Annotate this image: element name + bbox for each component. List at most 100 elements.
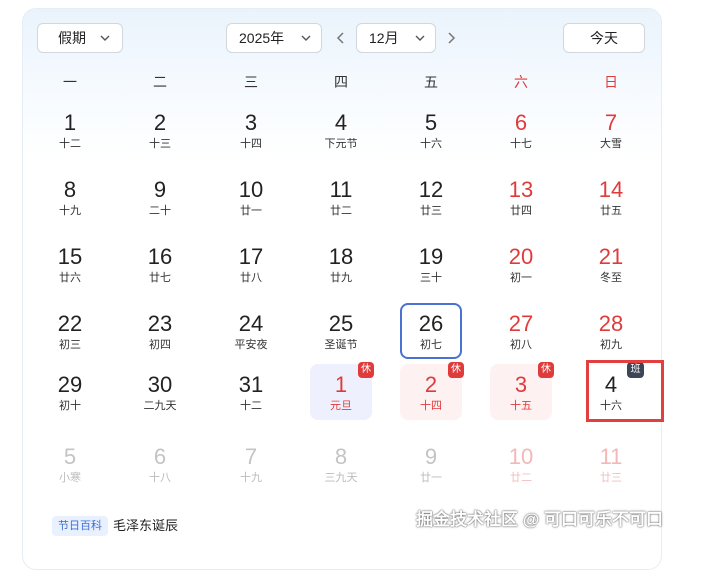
day-number: 7	[604, 110, 618, 135]
lunar-date: 小寒	[59, 472, 81, 484]
day-cell[interactable]: 16 廿七	[129, 236, 191, 292]
festival-text[interactable]: 毛泽东诞辰	[113, 516, 178, 536]
day-number: 14	[598, 177, 624, 202]
day-number: 7	[244, 444, 258, 469]
lunar-date: 廿一	[420, 472, 442, 484]
weekday-label: 三	[244, 74, 258, 90]
day-number: 13	[508, 177, 534, 202]
day-number: 18	[328, 244, 354, 269]
day-cell[interactable]: 18 廿九	[310, 236, 372, 292]
day-cell[interactable]: 5 十六	[400, 102, 462, 158]
day-cell-selected[interactable]: 26 初七	[400, 303, 462, 359]
day-cell[interactable]: 1 元旦休	[310, 362, 374, 420]
day-cell[interactable]: 30 二九天	[129, 364, 191, 420]
day-number: 30	[147, 372, 173, 397]
lunar-date: 二九天	[143, 400, 177, 412]
day-cell[interactable]: 7 大雪	[580, 102, 642, 158]
day-cell[interactable]: 28 初九	[580, 303, 642, 359]
day-number: 11	[599, 444, 623, 469]
day-cell[interactable]: 21 冬至	[580, 236, 642, 292]
day-cell[interactable]: 5 小寒	[39, 436, 101, 492]
day-cell[interactable]: 4 十六班	[580, 362, 644, 420]
lunar-date: 廿二	[330, 205, 352, 217]
weekday-label: 四	[334, 74, 348, 90]
day-number: 21	[598, 244, 624, 269]
day-cell[interactable]: 11 廿三	[580, 436, 642, 492]
day-cell[interactable]: 12 廿三	[400, 169, 462, 225]
day-number: 3	[244, 110, 258, 135]
chevron-down-icon	[413, 31, 427, 45]
day-cell[interactable]: 24 平安夜	[220, 303, 282, 359]
lunar-date: 平安夜	[234, 339, 268, 351]
month-select-label: 12月	[369, 30, 399, 46]
day-cell[interactable]: 3 十五休	[490, 362, 554, 420]
day-cell[interactable]: 1 十二	[39, 102, 101, 158]
day-number: 15	[57, 244, 83, 269]
day-number: 31	[238, 372, 264, 397]
day-number: 26	[418, 311, 444, 336]
lunar-date: 十二	[240, 400, 262, 412]
day-cell[interactable]: 9 二十	[129, 169, 191, 225]
holiday-select[interactable]: 假期	[37, 23, 123, 53]
day-number: 6	[153, 444, 167, 469]
day-cell[interactable]: 29 初十	[39, 364, 101, 420]
day-number: 4	[334, 110, 348, 135]
day-cell[interactable]: 7 十九	[220, 436, 282, 492]
lunar-date: 初四	[149, 339, 171, 351]
day-number: 6	[514, 110, 528, 135]
lunar-date: 二十	[149, 205, 171, 217]
day-cell[interactable]: 8 三九天	[310, 436, 372, 492]
lunar-date: 十九	[59, 205, 81, 217]
day-number: 20	[508, 244, 534, 269]
month-select[interactable]: 12月	[356, 23, 436, 53]
day-cell[interactable]: 10 廿一	[220, 169, 282, 225]
day-cell[interactable]: 22 初三	[39, 303, 101, 359]
lunar-date: 十四	[240, 138, 262, 150]
day-cell[interactable]: 3 十四	[220, 102, 282, 158]
chevron-right-icon	[448, 32, 456, 44]
day-cell[interactable]: 15 廿六	[39, 236, 101, 292]
lunar-date: 十二	[59, 138, 81, 150]
day-number: 5	[63, 444, 77, 469]
lunar-date: 廿五	[600, 205, 622, 217]
day-cell[interactable]: 2 十三	[129, 102, 191, 158]
day-cell[interactable]: 27 初八	[490, 303, 552, 359]
day-number: 8	[334, 444, 348, 469]
lunar-date: 十七	[510, 138, 532, 150]
day-number: 9	[153, 177, 167, 202]
next-month-button[interactable]	[444, 30, 458, 46]
day-number: 11	[329, 177, 353, 202]
day-cell[interactable]: 10 廿二	[490, 436, 552, 492]
day-cell[interactable]: 11 廿二	[310, 169, 372, 225]
prev-month-button[interactable]	[334, 30, 348, 46]
holiday-select-label: 假期	[58, 30, 86, 46]
day-cell[interactable]: 13 廿四	[490, 169, 552, 225]
day-cell[interactable]: 6 十八	[129, 436, 191, 492]
day-cell[interactable]: 14 廿五	[580, 169, 642, 225]
day-cell[interactable]: 20 初一	[490, 236, 552, 292]
day-cell[interactable]: 25 圣诞节	[310, 303, 372, 359]
day-cell[interactable]: 31 十二	[220, 364, 282, 420]
day-number: 8	[63, 177, 77, 202]
day-number: 10	[508, 444, 534, 469]
day-cell[interactable]: 17 廿八	[220, 236, 282, 292]
day-cell[interactable]: 4 下元节	[310, 102, 372, 158]
holiday-rest-badge: 休	[538, 362, 554, 378]
lunar-date: 廿四	[510, 205, 532, 217]
day-cell[interactable]: 23 初四	[129, 303, 191, 359]
day-cell[interactable]: 6 十七	[490, 102, 552, 158]
day-cell[interactable]: 2 十四休	[400, 362, 464, 420]
chevron-left-icon	[336, 32, 344, 44]
year-select[interactable]: 2025年	[226, 23, 322, 53]
lunar-date: 十六	[600, 400, 622, 412]
today-button[interactable]: 今天	[563, 23, 645, 53]
festival-tag: 节日百科	[52, 516, 108, 536]
day-cell[interactable]: 19 三十	[400, 236, 462, 292]
day-cell[interactable]: 9 廿一	[400, 436, 462, 492]
holiday-rest-badge: 休	[358, 362, 374, 378]
day-cell[interactable]: 8 十九	[39, 169, 101, 225]
lunar-date: 十八	[149, 472, 171, 484]
weekday-label: 六	[514, 74, 528, 90]
lunar-date: 圣诞节	[324, 339, 358, 351]
year-select-label: 2025年	[239, 30, 285, 46]
